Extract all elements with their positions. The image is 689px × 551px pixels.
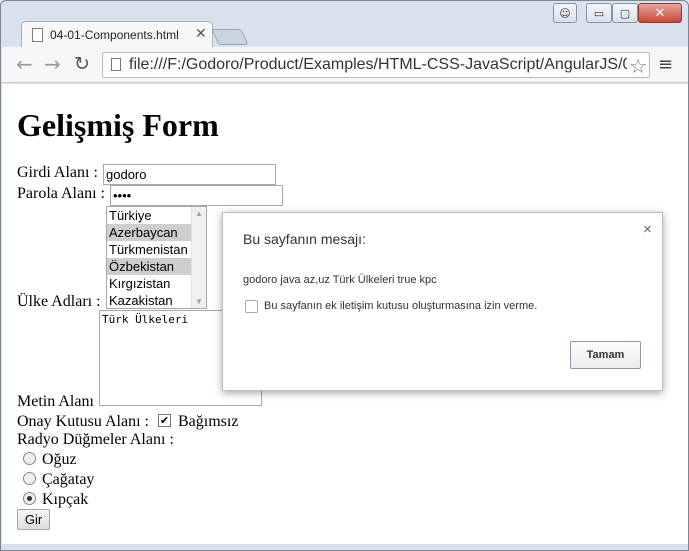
close-icon[interactable]: × xyxy=(643,221,652,238)
password-input[interactable] xyxy=(110,185,283,206)
close-icon: ✕ xyxy=(654,5,666,21)
textarea-label: Metin Alanı xyxy=(17,393,94,410)
suppress-dialogs-label: Bu sayfanın ek iletişim kutusu oluşturma… xyxy=(264,300,538,312)
bookmark-star-icon[interactable]: ☆ xyxy=(627,54,647,77)
radio-option-label: Kıpçak xyxy=(42,491,89,508)
maximize-icon: ▢ xyxy=(619,6,631,20)
list-option[interactable]: Kazakistan xyxy=(107,292,191,308)
radio-group-label: Radyo Düğmeler Alanı : xyxy=(17,431,174,448)
radio-kipcak[interactable] xyxy=(23,492,36,505)
scroll-up-icon[interactable]: ▲ xyxy=(195,209,203,218)
password-field-label: Parola Alanı : xyxy=(17,185,105,202)
suppress-dialogs-checkbox[interactable] xyxy=(245,300,258,313)
page-icon xyxy=(111,58,121,71)
checkbox-field-label: Onay Kutusu Alanı : xyxy=(17,413,149,430)
list-option[interactable]: Azerbaycan xyxy=(107,224,191,241)
user-profile-button[interactable]: ☺ xyxy=(553,3,577,23)
checkbox-option-label: Bağımsız xyxy=(178,413,239,430)
address-bar[interactable]: file:///F:/Godoro/Product/Examples/HTML-… xyxy=(102,52,650,78)
check-icon: ✔ xyxy=(159,414,170,427)
minimize-button[interactable]: ▭ xyxy=(586,3,612,23)
tab-title: 04-01-Components.html xyxy=(50,28,179,42)
address-url: file:///F:/Godoro/Product/Examples/HTML-… xyxy=(129,56,632,73)
back-icon[interactable]: ← xyxy=(16,54,33,74)
scroll-down-icon[interactable]: ▼ xyxy=(195,297,203,306)
submit-button[interactable]: Gir xyxy=(17,509,50,530)
page-icon xyxy=(32,28,43,42)
ok-button[interactable]: Tamam xyxy=(570,341,641,369)
new-tab-button[interactable] xyxy=(211,29,249,45)
radio-option-label: Çağatay xyxy=(42,471,95,488)
close-window-button[interactable]: ✕ xyxy=(638,3,682,23)
browser-tab[interactable]: 04-01-Components.html ✕ xyxy=(21,21,213,48)
country-list-label: Ülke Adları : xyxy=(17,293,101,310)
listbox-scrollbar[interactable]: ▲ ▼ xyxy=(191,207,206,308)
tab-close-icon[interactable]: ✕ xyxy=(195,26,207,42)
text-input[interactable] xyxy=(103,164,276,185)
dialog-message: godoro java az,uz Türk Ülkeleri true kpc xyxy=(243,274,437,286)
maximize-button[interactable]: ▢ xyxy=(612,3,638,23)
list-option[interactable]: Kırgızistan xyxy=(107,275,191,292)
forward-icon[interactable]: → xyxy=(44,54,61,74)
list-option[interactable]: Türkmenistan xyxy=(107,241,191,258)
text-field-label: Girdi Alanı : xyxy=(17,164,98,181)
menu-icon[interactable]: ≡ xyxy=(658,54,673,75)
alert-dialog: Bu sayfanın mesajı: × godoro java az,uz … xyxy=(222,212,663,391)
minimize-icon: ▭ xyxy=(593,6,605,20)
browser-toolbar: ← → ↻ file:///F:/Godoro/Product/Examples… xyxy=(2,47,688,83)
radio-option-label: Oğuz xyxy=(42,451,77,468)
list-option[interactable]: Türkiye xyxy=(107,207,191,224)
page-title: Gelişmiş Form xyxy=(17,107,219,143)
reload-icon[interactable]: ↻ xyxy=(74,54,90,74)
radio-oguz[interactable] xyxy=(23,452,36,465)
user-icon: ☺ xyxy=(559,6,571,20)
country-listbox[interactable]: Türkiye Azerbaycan Türkmenistan Özbekist… xyxy=(106,206,207,309)
radio-cagatay[interactable] xyxy=(23,472,36,485)
list-option[interactable]: Özbekistan xyxy=(107,258,191,275)
browser-window: ☺ ▭ ▢ ✕ 04-01-Components.html ✕ ← → ↻ fi… xyxy=(0,0,689,551)
independent-checkbox[interactable]: ✔ xyxy=(158,414,171,427)
dialog-title: Bu sayfanın mesajı: xyxy=(243,231,366,247)
title-bar: ☺ ▭ ▢ ✕ 04-01-Components.html ✕ xyxy=(1,1,688,48)
